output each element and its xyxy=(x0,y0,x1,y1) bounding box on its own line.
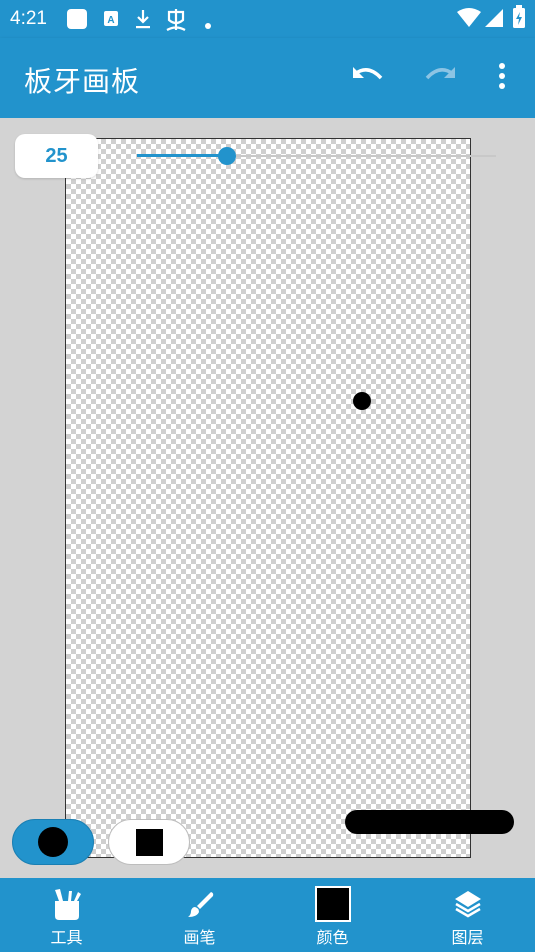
app-a-icon: A xyxy=(103,10,119,32)
brush-size-value: 25 xyxy=(45,144,68,167)
status-time: 4:21 xyxy=(10,8,47,29)
brush-size-badge: 25 xyxy=(15,134,98,178)
square-shape-icon xyxy=(135,828,163,856)
battery-icon xyxy=(512,5,526,33)
app-bar: 板牙画板 xyxy=(0,38,535,118)
nav-layers-label: 图层 xyxy=(451,928,484,947)
nav-layers[interactable]: 图层 xyxy=(401,878,534,952)
layers-icon xyxy=(453,886,483,922)
more-vert-icon xyxy=(498,62,506,94)
drawn-dot xyxy=(353,392,371,410)
circle-brush-shape-button[interactable] xyxy=(12,819,94,865)
more-options-button[interactable] xyxy=(482,60,522,96)
status-bar: 4:21 A xyxy=(0,0,535,38)
undo-button[interactable] xyxy=(348,60,388,96)
brush-stroke-preview xyxy=(345,810,514,834)
bug-icon xyxy=(164,6,188,36)
nav-color[interactable]: 颜色 xyxy=(266,878,399,952)
notification-square-icon xyxy=(66,8,88,34)
drawing-canvas[interactable] xyxy=(65,138,471,858)
current-color-swatch xyxy=(314,886,351,922)
color-swatch xyxy=(314,886,351,922)
square-brush-shape-button[interactable] xyxy=(108,819,190,865)
redo-button[interactable] xyxy=(420,60,460,96)
tools-icon xyxy=(52,886,82,922)
brush-size-slider-fill xyxy=(137,154,227,157)
redo-icon xyxy=(423,64,457,92)
circle-shape-icon xyxy=(38,827,68,857)
dot-icon xyxy=(204,15,212,34)
app-title: 板牙画板 xyxy=(24,65,141,98)
svg-text:A: A xyxy=(107,15,114,26)
nav-tools[interactable]: 工具 xyxy=(0,878,133,952)
undo-icon xyxy=(351,64,385,92)
bottom-nav: 工具 画笔 颜色 图层 xyxy=(0,878,535,952)
nav-color-label: 颜色 xyxy=(316,928,349,947)
nav-brush[interactable]: 画笔 xyxy=(133,878,266,952)
brush-size-slider-thumb[interactable] xyxy=(217,147,236,165)
download-icon xyxy=(134,8,152,34)
nav-brush-label: 画笔 xyxy=(183,928,216,947)
brush-icon xyxy=(185,886,215,922)
wifi-icon xyxy=(456,8,482,32)
nav-tools-label: 工具 xyxy=(50,928,83,947)
signal-icon xyxy=(484,7,504,33)
